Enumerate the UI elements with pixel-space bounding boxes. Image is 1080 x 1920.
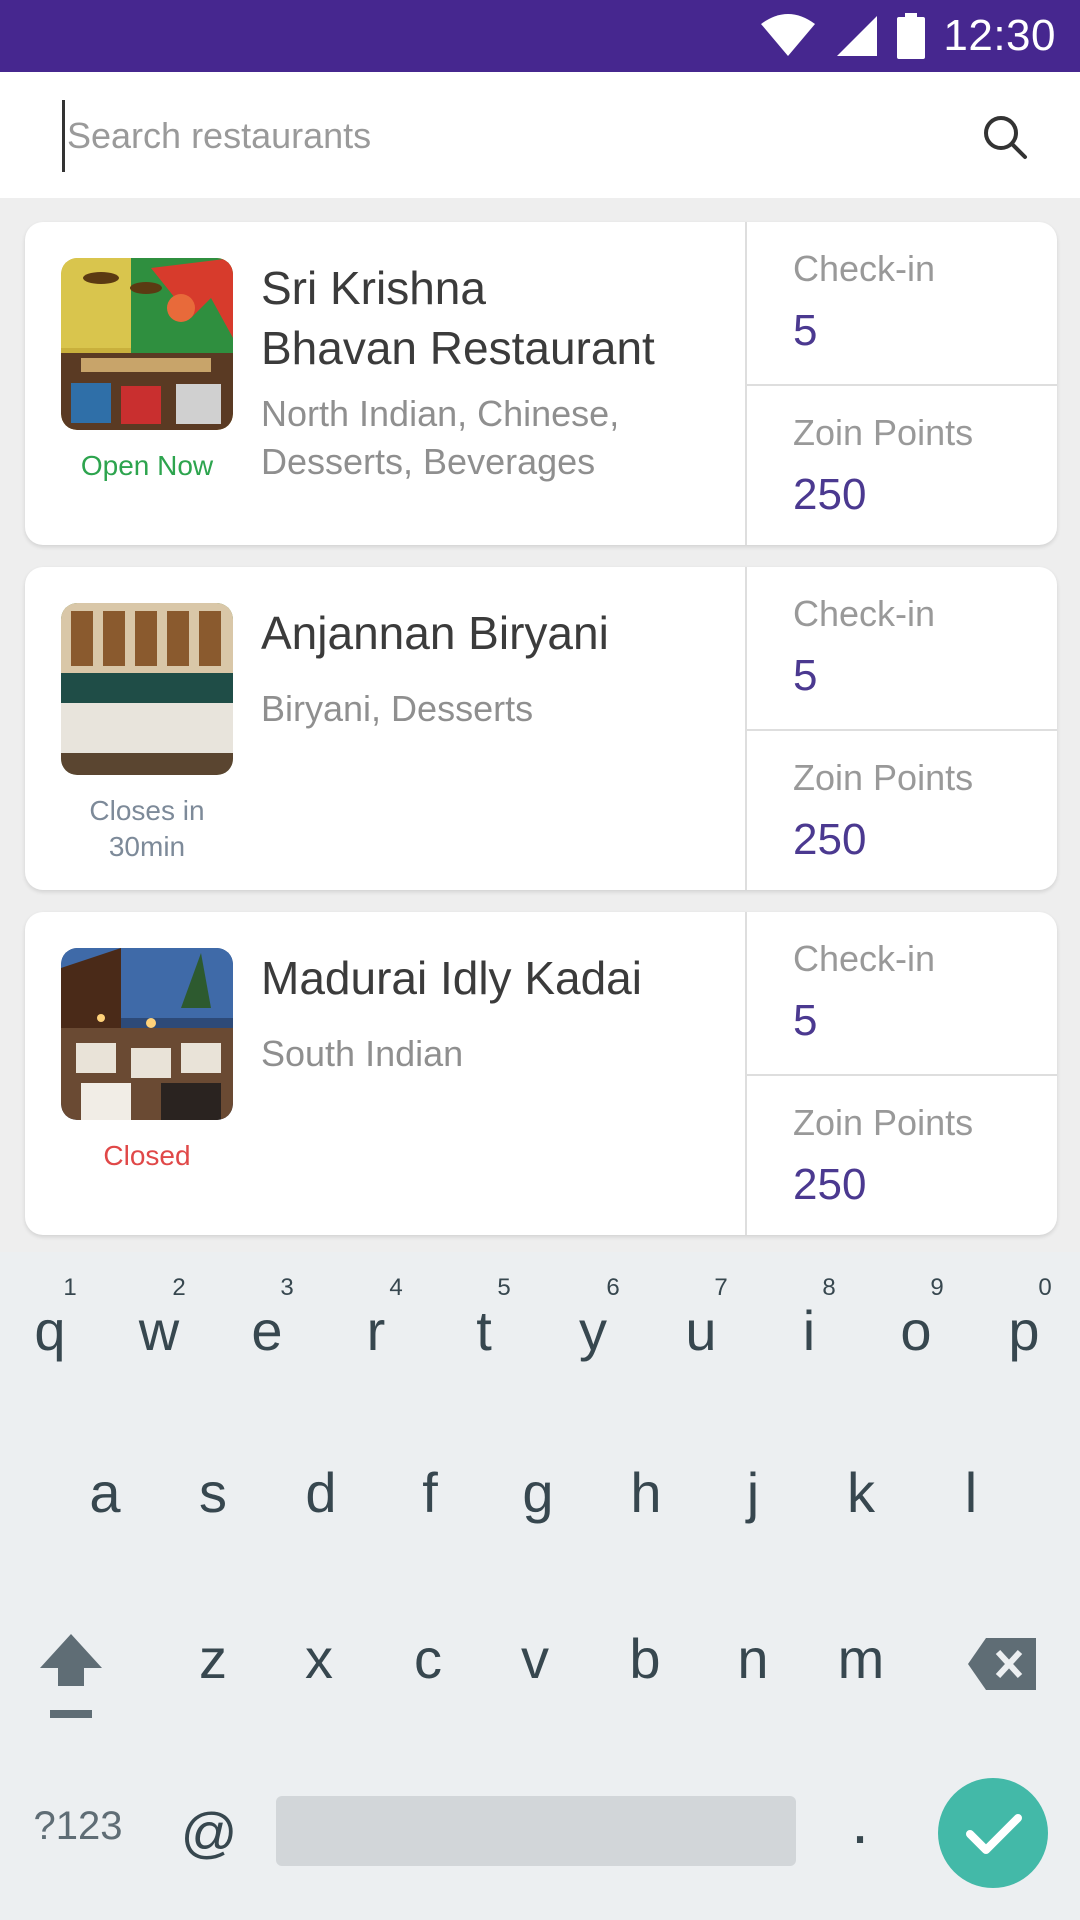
status-time: 12:30 [943, 11, 1056, 60]
at-key[interactable]: @ [164, 1800, 254, 1865]
key-q[interactable]: q [5, 1298, 95, 1363]
checkin-label: Check-in [793, 248, 936, 289]
enter-key[interactable] [938, 1778, 1048, 1888]
key-v[interactable]: v [490, 1626, 580, 1691]
wifi-icon [761, 14, 816, 56]
key-e[interactable]: e [222, 1298, 312, 1363]
key-i[interactable]: i [764, 1298, 854, 1363]
shift-icon[interactable] [38, 1632, 104, 1720]
space-bar[interactable] [276, 1796, 796, 1866]
key-k[interactable]: k [816, 1460, 906, 1525]
checkin-label: Check-in [793, 593, 936, 634]
status-bar: 12:30 [0, 0, 1080, 72]
symbols-key[interactable]: ?123 [18, 1804, 138, 1849]
name-line: Sri Krishna [261, 262, 486, 314]
status-line: Open Now [80, 450, 214, 481]
key-d[interactable]: d [276, 1460, 366, 1525]
restaurant-list: Open Now Sri Krishna Bhavan Restaurant N… [0, 198, 1080, 1250]
open-status: Open Now [47, 448, 247, 484]
key-s[interactable]: s [168, 1460, 258, 1525]
restaurant-name: Sri Krishna Bhavan Restaurant [261, 258, 761, 378]
cuisine-line: North Indian, Chinese, [261, 393, 620, 434]
key-z[interactable]: z [168, 1626, 258, 1691]
restaurant-card[interactable]: Open Now Sri Krishna Bhavan Restaurant N… [25, 222, 1057, 545]
points-stat: Zoin Points 250 [747, 1074, 1057, 1235]
backspace-icon[interactable] [966, 1636, 1038, 1692]
checkin-value: 5 [793, 306, 818, 355]
closing-status: Closes in 30min [47, 793, 247, 865]
status-line: Closed [103, 1140, 191, 1171]
check-icon [966, 1814, 1022, 1854]
points-value: 250 [793, 815, 867, 864]
status-line: 30min [108, 831, 186, 862]
search-input[interactable] [62, 100, 929, 172]
checkin-stat: Check-in 5 [747, 912, 1057, 1073]
key-a[interactable]: a [60, 1460, 150, 1525]
key-l[interactable]: l [926, 1460, 1016, 1525]
signal-icon [837, 16, 878, 56]
checkin-value: 5 [793, 651, 818, 700]
checkin-stat: Check-in 5 [747, 567, 1057, 728]
key-m[interactable]: m [816, 1626, 906, 1691]
key-n[interactable]: n [708, 1626, 798, 1691]
period-key[interactable]: . [815, 1784, 905, 1858]
battery-icon [897, 13, 926, 59]
checkin-value: 5 [793, 996, 818, 1045]
points-value: 250 [793, 470, 867, 519]
restaurant-stats: Check-in 5 Zoin Points 250 [745, 222, 1057, 545]
name-line: Anjannan Biryani [261, 607, 609, 659]
key-j[interactable]: j [708, 1460, 798, 1525]
cuisine-line: South Indian [261, 1033, 464, 1074]
points-label: Zoin Points [793, 1102, 974, 1143]
search-bar [0, 72, 1080, 198]
restaurant-name: Madurai Idly Kadai [261, 948, 761, 1008]
restaurant-card[interactable]: Closes in 30min Anjannan Biryani Biryani… [25, 567, 1057, 890]
points-label: Zoin Points [793, 412, 974, 453]
cuisine-list: North Indian, Chinese, Desserts, Beverag… [261, 390, 741, 486]
key-x[interactable]: x [274, 1626, 364, 1691]
key-t[interactable]: t [439, 1298, 529, 1363]
key-c[interactable]: c [383, 1626, 473, 1691]
key-g[interactable]: g [493, 1460, 583, 1525]
key-u[interactable]: u [656, 1298, 746, 1363]
cuisine-line: Desserts, Beverages [261, 441, 596, 482]
points-stat: Zoin Points 250 [747, 384, 1057, 545]
key-h[interactable]: h [601, 1460, 691, 1525]
restaurant-card[interactable]: Closed Madurai Idly Kadai South Indian C… [25, 912, 1057, 1235]
status-line: Closes in [89, 795, 205, 826]
key-b[interactable]: b [600, 1626, 690, 1691]
restaurant-name: Anjannan Biryani [261, 603, 761, 663]
points-value: 250 [793, 1160, 867, 1209]
cuisine-list: South Indian [261, 1030, 741, 1078]
key-r[interactable]: r [331, 1298, 421, 1363]
status-icons: 12:30 [759, 0, 1056, 72]
key-p[interactable]: p [979, 1298, 1069, 1363]
search-icon[interactable] [982, 114, 1028, 160]
name-line: Bhavan Restaurant [261, 322, 655, 374]
restaurant-stats: Check-in 5 Zoin Points 250 [745, 567, 1057, 890]
checkin-label: Check-in [793, 938, 936, 979]
key-y[interactable]: y [548, 1298, 638, 1363]
points-stat: Zoin Points 250 [747, 729, 1057, 890]
key-f[interactable]: f [385, 1460, 475, 1525]
restaurant-thumbnail [61, 258, 233, 430]
checkin-stat: Check-in 5 [747, 222, 1057, 383]
cuisine-line: Biryani, Desserts [261, 688, 534, 729]
name-line: Madurai Idly Kadai [261, 952, 642, 1004]
keyboard: 1 2 3 4 5 6 7 8 9 0 q w e r t y u i o p … [0, 1252, 1080, 1920]
closed-status: Closed [47, 1138, 247, 1174]
points-label: Zoin Points [793, 757, 974, 798]
restaurant-thumbnail [61, 603, 233, 775]
key-w[interactable]: w [114, 1298, 204, 1363]
cuisine-list: Biryani, Desserts [261, 685, 741, 733]
restaurant-thumbnail [61, 948, 233, 1120]
key-o[interactable]: o [871, 1298, 961, 1363]
restaurant-stats: Check-in 5 Zoin Points 250 [745, 912, 1057, 1235]
